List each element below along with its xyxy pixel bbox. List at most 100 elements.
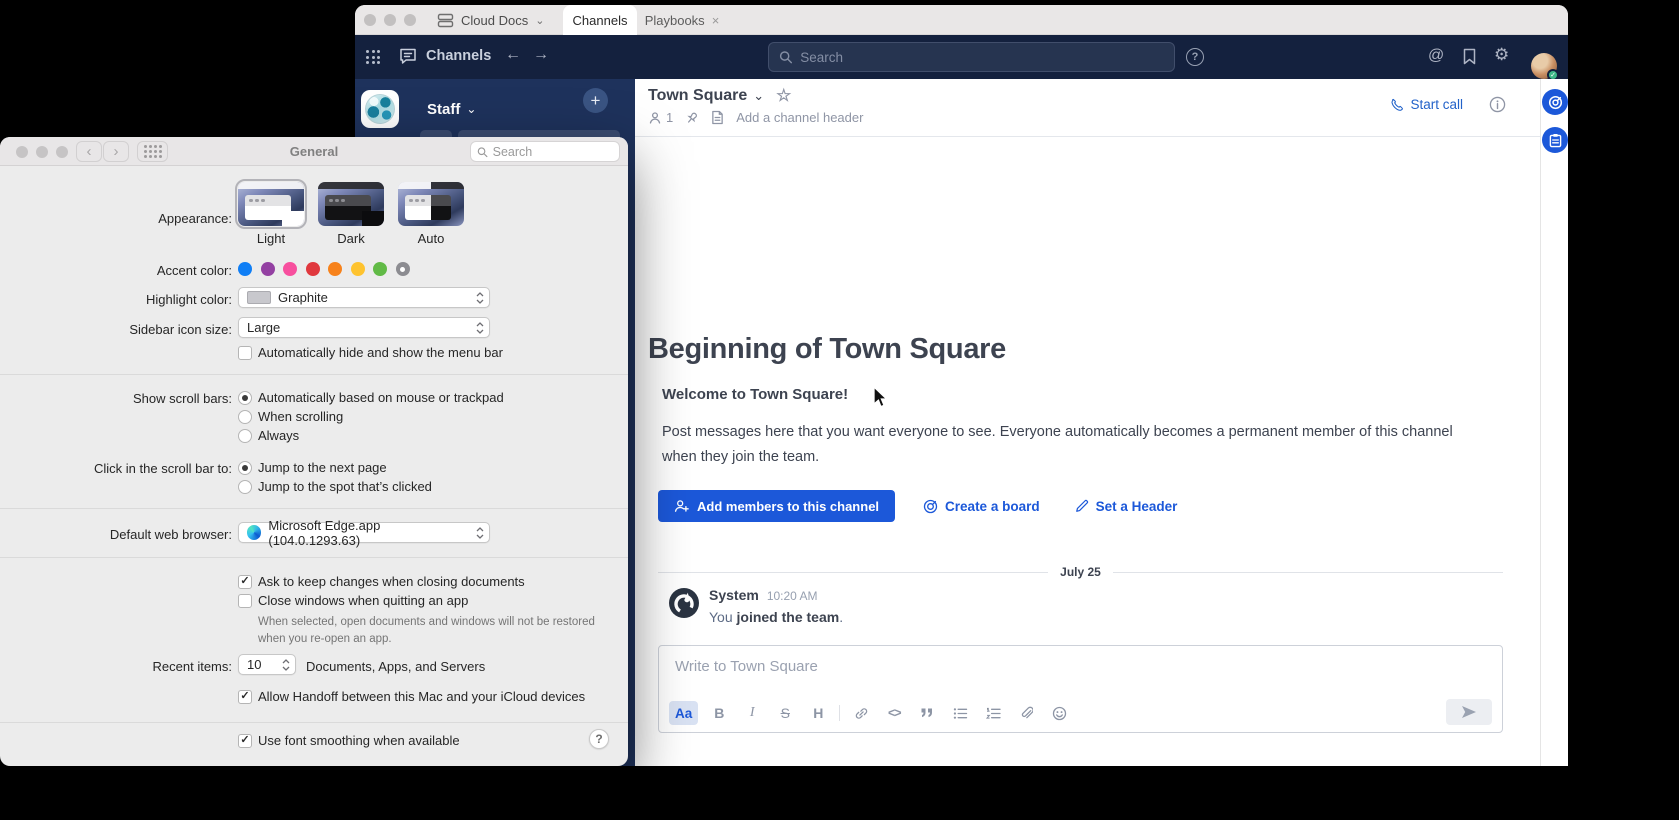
scrollbar-radio-when-scrolling[interactable]: When scrolling <box>238 409 343 424</box>
app-bar <box>1540 79 1568 766</box>
channel-info-icon[interactable] <box>1489 96 1506 113</box>
accent-pink[interactable] <box>283 262 297 276</box>
code-button[interactable]: <> <box>882 701 906 725</box>
scroll-click-radio-spot[interactable]: Jump to the spot that’s clicked <box>238 479 432 494</box>
click-scroll-bar-label: Click in the scroll bar to: <box>0 461 232 476</box>
avatar[interactable]: ✓ <box>1531 53 1557 79</box>
prefs-titlebar: ‹ › General <box>0 137 628 166</box>
boards-app-icon[interactable] <box>1542 89 1568 115</box>
accent-red[interactable] <box>306 262 320 276</box>
italic-button[interactable]: I <box>740 701 764 725</box>
font-smoothing-checkbox[interactable]: ✓ Use font smoothing when available <box>238 733 460 748</box>
recent-items-value: 10 <box>247 657 261 672</box>
numbered-list-button[interactable] <box>981 701 1005 725</box>
bold-button[interactable]: B <box>707 701 731 725</box>
product-name: Channels <box>426 48 491 64</box>
hide-menu-bar-checkbox[interactable]: ✓ Automatically hide and show the menu b… <box>238 345 503 360</box>
sender-name[interactable]: System <box>709 587 759 603</box>
settings-gear-icon[interactable]: ⚙ <box>1494 45 1509 65</box>
appearance-option-light[interactable] <box>238 182 304 226</box>
radio-label: Jump to the next page <box>258 460 387 475</box>
default-browser-select[interactable]: Microsoft Edge.app (104.0.1293.63) <box>238 522 490 543</box>
search-input[interactable] <box>800 50 1164 65</box>
accent-blue[interactable] <box>238 262 252 276</box>
accent-purple[interactable] <box>261 262 275 276</box>
formatting-toggle-button[interactable]: Aa <box>669 701 698 725</box>
pinned-posts-icon[interactable] <box>685 111 699 125</box>
date-divider: July 25 <box>658 565 1503 579</box>
channel-name-menu[interactable]: Town Square ⌄ ☆ <box>648 86 791 106</box>
product-switcher-icon[interactable] <box>366 50 380 64</box>
mentions-icon[interactable]: @ <box>1428 47 1444 65</box>
channel-files-icon[interactable] <box>711 110 724 125</box>
accent-orange[interactable] <box>328 262 342 276</box>
default-browser-value: Microsoft Edge.app (104.0.1293.63) <box>268 518 467 548</box>
start-call-button[interactable]: Start call <box>1389 97 1463 112</box>
history-back-icon[interactable]: ← <box>505 46 521 64</box>
team-icon[interactable] <box>361 90 399 128</box>
minimize-window-button[interactable] <box>384 14 396 26</box>
accent-graphite[interactable] <box>396 262 410 276</box>
radio-label: When scrolling <box>258 409 343 424</box>
close-window-button[interactable] <box>364 14 376 26</box>
emoji-picker-icon[interactable] <box>1047 701 1071 725</box>
help-icon[interactable]: ? <box>1186 48 1204 66</box>
bulleted-list-button[interactable] <box>948 701 972 725</box>
zoom-window-button[interactable] <box>404 14 416 26</box>
quote-button[interactable] <box>915 701 939 725</box>
favorite-star-icon[interactable]: ☆ <box>776 86 791 106</box>
close-windows-checkbox[interactable]: ✓ Close windows when quitting an app <box>238 593 468 608</box>
window-controls[interactable] <box>364 14 416 26</box>
appearance-option-auto[interactable] <box>398 182 464 226</box>
handoff-checkbox[interactable]: ✓ Allow Handoff between this Mac and you… <box>238 689 585 704</box>
date-divider-label[interactable]: July 25 <box>1060 565 1101 579</box>
members-count-button[interactable]: 1 <box>648 110 673 125</box>
history-forward-icon[interactable]: → <box>533 46 549 64</box>
accent-green[interactable] <box>373 262 387 276</box>
server-dropdown[interactable]: Cloud Docs ⌄ <box>437 5 544 35</box>
team-menu[interactable]: Staff ⌄ <box>427 101 476 118</box>
help-button[interactable]: ? <box>589 729 609 749</box>
scrollbar-radio-always[interactable]: Always <box>238 428 299 443</box>
boards-icon <box>923 499 938 514</box>
chevron-down-icon: ⌄ <box>753 88 764 104</box>
strikethrough-button[interactable]: S <box>773 701 797 725</box>
highlight-color-select[interactable]: Graphite <box>238 287 490 308</box>
add-members-button[interactable]: Add members to this channel <box>658 490 895 522</box>
attach-file-icon[interactable] <box>1014 701 1038 725</box>
scroll-click-radio-next-page[interactable]: Jump to the next page <box>238 460 387 475</box>
saved-posts-icon[interactable] <box>1462 48 1477 65</box>
global-search[interactable] <box>768 42 1175 72</box>
tab-label: Playbooks <box>645 13 705 28</box>
divider <box>0 557 628 558</box>
tab-channels[interactable]: Channels <box>563 5 637 35</box>
accent-yellow[interactable] <box>351 262 365 276</box>
add-channel-header-button[interactable]: Add a channel header <box>736 110 863 125</box>
close-tab-icon[interactable]: × <box>712 13 720 28</box>
playbooks-app-icon[interactable] <box>1542 127 1568 153</box>
appearance-option-dark[interactable] <box>318 182 384 226</box>
message-input[interactable] <box>675 658 1275 675</box>
highlight-swatch <box>247 291 271 304</box>
highlight-value: Graphite <box>278 290 328 305</box>
scrollbar-radio-auto[interactable]: Automatically based on mouse or trackpad <box>238 390 504 405</box>
channel-name: Town Square <box>648 87 747 105</box>
send-message-button[interactable] <box>1446 699 1492 725</box>
system-avatar <box>668 587 700 619</box>
system-message: System10:20 AM You joined the team. <box>668 587 843 625</box>
set-header-button[interactable]: Set a Header <box>1075 499 1178 514</box>
close-windows-label: Close windows when quitting an app <box>258 593 468 608</box>
sidebar-icon-size-select[interactable]: Large <box>238 317 490 338</box>
add-channel-button[interactable]: + <box>583 88 608 113</box>
link-button[interactable] <box>849 701 873 725</box>
recent-items-select[interactable]: 10 <box>238 654 296 675</box>
ask-keep-changes-checkbox[interactable]: ✓ Ask to keep changes when closing docum… <box>238 574 525 589</box>
message-composer[interactable]: Aa B I S H <> <box>658 645 1503 733</box>
heading-button[interactable]: H <box>806 701 830 725</box>
prefs-search-field[interactable] <box>470 141 620 162</box>
divider <box>0 722 628 723</box>
prefs-search-input[interactable] <box>493 145 613 159</box>
tab-playbooks[interactable]: Playbooks × <box>637 5 727 35</box>
message-text: You joined the team. <box>709 609 843 625</box>
create-board-button[interactable]: Create a board <box>923 499 1040 514</box>
